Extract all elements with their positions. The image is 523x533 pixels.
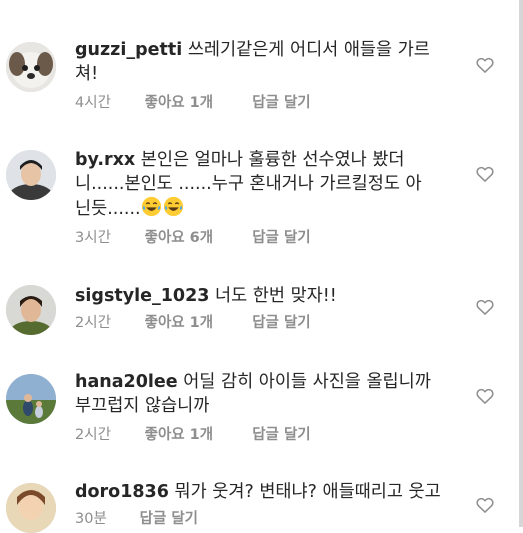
likes-count[interactable]: 좋아요 6개 [145, 229, 248, 247]
comment-text: guzzi_petti 쓰레기같은게 어디서 애들을 가르 [75, 40, 430, 60]
avatar[interactable] [6, 483, 56, 533]
likes-count[interactable]: 좋아요 1개 [145, 94, 248, 112]
comment-text: by.rxx 본인은 얼마나 훌륭한 선수였나 봤더 [75, 150, 405, 170]
username-link[interactable]: guzzi_petti [75, 40, 182, 60]
heart-outline-icon [476, 388, 494, 404]
like-button[interactable] [475, 386, 495, 406]
tears-of-joy-emoji [163, 196, 183, 217]
comment-text: 니......본인도 ......누구 혼내거나 가르킬정도 아 [75, 174, 422, 194]
avatar[interactable] [6, 150, 56, 200]
comment-meta: 3시간 좋아요 6개 답글 달기 [75, 229, 455, 247]
comment-time[interactable]: 3시간 [75, 229, 140, 247]
comment-text: 쳐! [75, 64, 99, 84]
heart-outline-icon [476, 299, 494, 315]
comment-meta: 4시간 좋아요 1개 답글 달기 [75, 94, 455, 112]
like-button[interactable] [475, 495, 495, 515]
comment-text: hana20lee 어딜 감히 아이들 사진을 올립니까 [75, 372, 431, 392]
comment-time[interactable]: 2시간 [75, 314, 140, 332]
like-button[interactable] [475, 297, 495, 317]
likes-count[interactable]: 좋아요 1개 [145, 426, 248, 444]
avatar[interactable] [6, 374, 56, 424]
avatar[interactable] [6, 42, 56, 92]
reply-button[interactable]: 답글 달기 [252, 314, 310, 332]
comment-meta: 30분 답글 달기 [75, 510, 455, 528]
comment-text: sigstyle_1023 너도 한번 맞자!! [75, 286, 337, 306]
heart-outline-icon [476, 497, 494, 513]
avatar[interactable] [6, 285, 56, 335]
scrollbar[interactable] [519, 0, 523, 527]
reply-button[interactable]: 답글 달기 [252, 426, 310, 444]
reply-button[interactable]: 답글 달기 [252, 229, 310, 247]
username-link[interactable]: doro1836 [75, 482, 169, 502]
username-link[interactable]: sigstyle_1023 [75, 286, 209, 306]
reply-button[interactable]: 답글 달기 [252, 94, 310, 112]
comment-time[interactable]: 4시간 [75, 94, 140, 112]
heart-outline-icon [476, 57, 494, 73]
comment-meta: 2시간 좋아요 1개 답글 달기 [75, 314, 455, 332]
comment-meta: 2시간 좋아요 1개 답글 달기 [75, 426, 455, 444]
comment-time[interactable]: 30분 [75, 510, 135, 528]
like-button[interactable] [475, 164, 495, 184]
comment-text: 닌듯...... [75, 196, 455, 221]
username-link[interactable]: by.rxx [75, 150, 135, 170]
likes-count[interactable]: 좋아요 1개 [145, 314, 248, 332]
username-link[interactable]: hana20lee [75, 372, 178, 392]
reply-button[interactable]: 답글 달기 [140, 510, 198, 528]
comment-text: 부끄럽지 않습니까 [75, 396, 210, 416]
tears-of-joy-emoji [141, 196, 161, 217]
comment-text: doro1836 뭐가 웃겨? 변태냐? 애들때리고 웃고 [75, 482, 441, 502]
comment-time[interactable]: 2시간 [75, 426, 140, 444]
like-button[interactable] [475, 55, 495, 75]
heart-outline-icon [476, 166, 494, 182]
